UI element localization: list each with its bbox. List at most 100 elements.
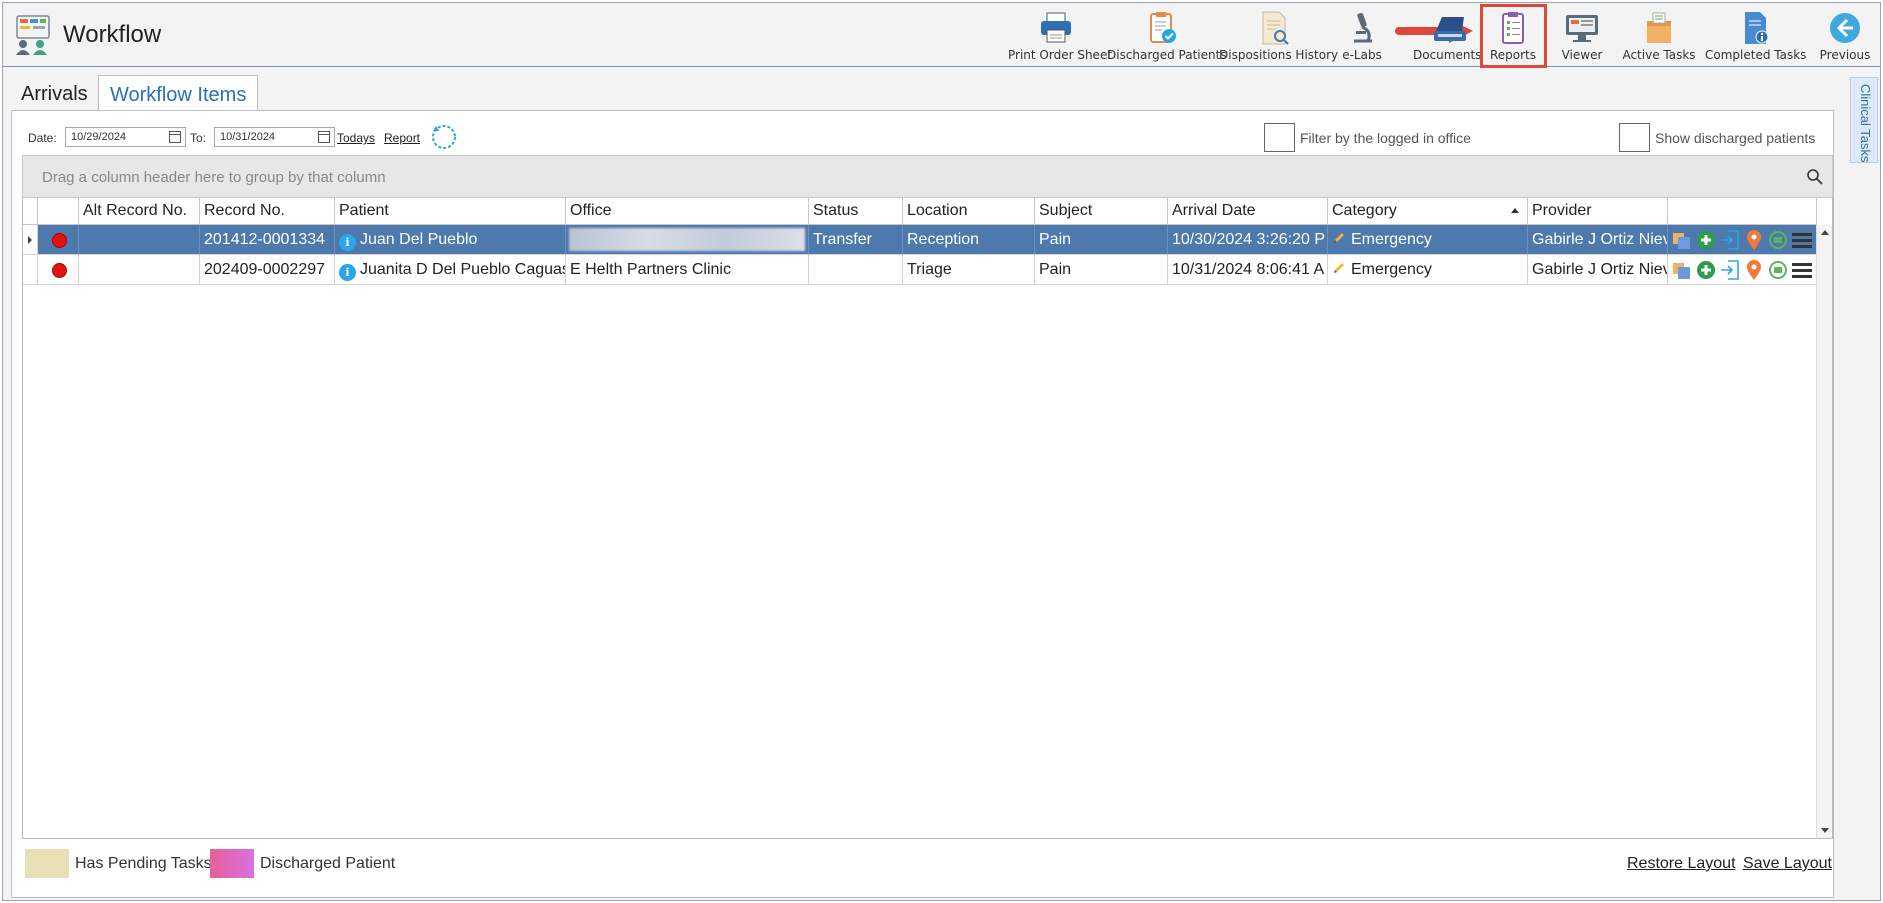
cell-record-no: 201412-0001334 <box>200 225 335 255</box>
cell-alt-record <box>79 255 200 285</box>
tab-workflow-items[interactable]: Workflow Items <box>98 75 258 111</box>
calendar-icon[interactable] <box>169 131 181 143</box>
status-cycle-icon[interactable] <box>1768 229 1788 251</box>
scroll-down-icon[interactable] <box>1821 828 1829 833</box>
pencil-icon <box>1334 233 1344 243</box>
calendar-icon[interactable] <box>318 131 330 143</box>
cell-office: E Helth Partners Clinic <box>566 255 809 285</box>
active-tasks-label: Active Tasks <box>1622 48 1696 62</box>
col-header-status[interactable]: Status <box>809 198 903 225</box>
col-header-record-no[interactable]: Record No. <box>200 198 335 225</box>
tab-arrivals[interactable]: Arrivals <box>11 77 97 111</box>
check-in-icon[interactable] <box>1720 229 1740 251</box>
date-from-label: Date: <box>28 131 57 145</box>
date-from-value: 10/29/2024 <box>71 131 127 143</box>
row-actions <box>1672 259 1818 281</box>
col-header-office[interactable]: Office <box>566 198 809 225</box>
discharged-patient-label: Discharged Patient <box>260 855 396 872</box>
col-header-location[interactable]: Location <box>903 198 1035 225</box>
completed-tasks-label: Completed Tasks <box>1705 48 1807 62</box>
todays-link[interactable]: Todays <box>337 131 375 145</box>
cell-patient: i Juan Del Pueblo <box>335 225 566 255</box>
document-info-icon <box>1737 11 1773 45</box>
e-labs-button[interactable]: e-Labs <box>1333 7 1391 63</box>
info-icon[interactable]: i <box>339 234 356 251</box>
status-dot-header <box>38 198 79 225</box>
workflow-logo-icon <box>13 14 53 56</box>
print-order-sheet-label: Print Order Sheet <box>1008 48 1113 62</box>
previous-button[interactable]: Previous <box>1817 7 1873 63</box>
cell-subject: Pain <box>1035 255 1168 285</box>
status-cycle-icon[interactable] <box>1768 259 1788 281</box>
cell-provider: Gabirle J Ortiz Nieve <box>1528 255 1668 285</box>
info-icon[interactable]: i <box>339 264 356 281</box>
documents-stack-icon[interactable] <box>1672 229 1692 251</box>
row-pointer-icon <box>28 236 32 244</box>
status-dot-icon <box>52 233 67 248</box>
date-to-value: 10/31/2024 <box>220 131 276 143</box>
patient-name: Juanita D Del Pueblo Caguas <box>360 261 566 278</box>
refresh-icon[interactable] <box>430 123 458 151</box>
add-task-icon[interactable] <box>1696 229 1716 251</box>
documents-button[interactable]: Documents <box>1403 7 1481 63</box>
status-dot-icon <box>52 263 67 278</box>
print-order-sheet-button[interactable]: Print Order Sheet <box>1008 7 1113 63</box>
completed-tasks-button[interactable]: Completed Tasks <box>1705 7 1807 63</box>
clinical-tasks-label: Clinical Tasks <box>1858 84 1873 163</box>
add-task-icon[interactable] <box>1696 259 1716 281</box>
clinical-tasks-side-tab[interactable]: Clinical Tasks <box>1850 77 1878 163</box>
col-header-arrival-date[interactable]: Arrival Date <box>1168 198 1328 225</box>
dispositions-history-label: Dispositions History <box>1219 48 1339 62</box>
row-indicator <box>23 255 38 285</box>
table-row[interactable]: 201412-0001334 i Juan Del Pueblo Transfer… <box>23 225 1817 255</box>
grid-vertical-scrollbar[interactable] <box>1816 225 1832 838</box>
group-by-panel[interactable]: Drag a column header here to group by th… <box>22 155 1833 198</box>
cell-subject: Pain <box>1035 225 1168 255</box>
cell-record-no: 202409-0002297 <box>200 255 335 285</box>
status-dot-cell <box>38 225 79 255</box>
cell-status <box>809 255 903 285</box>
col-header-patient[interactable]: Patient <box>335 198 566 225</box>
cell-status: Transfer <box>809 225 903 255</box>
search-icon[interactable] <box>1806 168 1824 186</box>
active-tasks-button[interactable]: Active Tasks <box>1619 7 1699 63</box>
previous-label: Previous <box>1819 48 1871 62</box>
header-bar: Workflow Print Order Sheet Discharged Pa… <box>3 3 1880 68</box>
location-pin-icon[interactable] <box>1744 259 1764 281</box>
table-row[interactable]: 202409-0002297 i Juanita D Del Pueblo Cag… <box>23 255 1817 285</box>
cell-category: Emergency <box>1328 255 1528 285</box>
date-to-label: To: <box>190 131 207 145</box>
col-header-alt-record[interactable]: Alt Record No. <box>79 198 200 225</box>
printer-icon <box>1038 11 1074 45</box>
col-header-actions <box>1668 198 1817 225</box>
discharged-patients-label: Discharged Patients <box>1107 48 1227 62</box>
e-labs-label: e-Labs <box>1342 48 1382 62</box>
patient-name: Juan Del Pueblo <box>360 231 478 248</box>
save-layout-link[interactable]: Save Layout <box>1743 855 1832 873</box>
date-to-field[interactable]: 10/31/2024 <box>214 127 335 147</box>
filter-by-office-label: Filter by the logged in office <box>1300 130 1471 146</box>
discharged-patients-button[interactable]: Discharged Patients <box>1107 7 1227 63</box>
viewer-button[interactable]: Viewer <box>1557 7 1607 63</box>
documents-stack-icon[interactable] <box>1672 259 1692 281</box>
col-header-provider[interactable]: Provider <box>1528 198 1668 225</box>
category-label: Emergency <box>1351 231 1432 248</box>
redacted-office-region <box>569 228 805 251</box>
app-title: Workflow <box>63 21 162 48</box>
cell-patient: i Juanita D Del Pueblo Caguas <box>335 255 566 285</box>
workflow-grid: Alt Record No. Record No. Patient Office… <box>22 198 1833 839</box>
col-header-category[interactable]: Category <box>1328 198 1528 225</box>
menu-icon[interactable] <box>1792 229 1812 251</box>
filter-by-office-checkbox[interactable] <box>1264 123 1295 152</box>
menu-icon[interactable] <box>1792 259 1812 281</box>
scroll-up-icon[interactable] <box>1821 230 1829 235</box>
show-discharged-checkbox[interactable] <box>1619 123 1650 152</box>
row-actions <box>1672 229 1818 251</box>
dispositions-history-button[interactable]: Dispositions History <box>1219 7 1339 63</box>
restore-layout-link[interactable]: Restore Layout <box>1627 855 1736 873</box>
check-in-icon[interactable] <box>1720 259 1740 281</box>
report-link[interactable]: Report <box>384 131 420 145</box>
date-from-field[interactable]: 10/29/2024 <box>65 127 186 147</box>
location-pin-icon[interactable] <box>1744 229 1764 251</box>
col-header-subject[interactable]: Subject <box>1035 198 1168 225</box>
